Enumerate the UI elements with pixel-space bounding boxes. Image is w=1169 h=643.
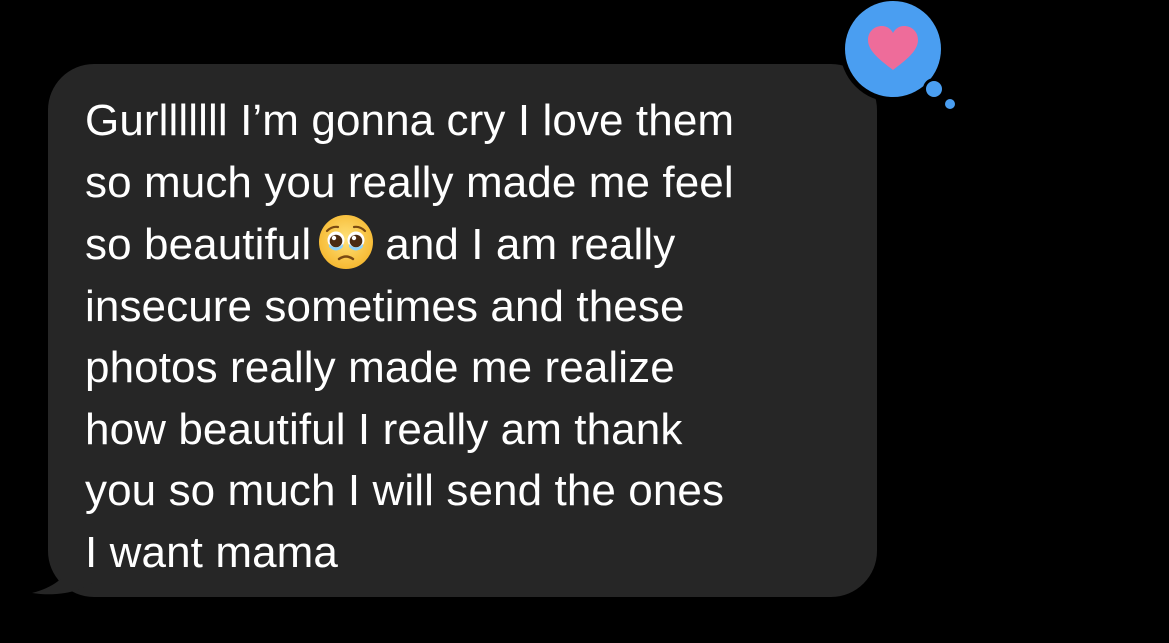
message-line: so beautiful and I am really <box>85 213 865 276</box>
message-line: you so much I will send the ones <box>85 466 725 515</box>
pleading-face-icon <box>319 215 374 269</box>
message-line-part: so beautiful <box>85 220 312 269</box>
message-text: Gurlllllll I’m gonna cry I love them so … <box>85 90 865 583</box>
message-line: I want mama <box>85 527 338 577</box>
message-line: insecure sometimes and these <box>85 281 685 331</box>
message-line: how beautiful I really am thank <box>85 404 683 454</box>
message-line: Gurlllllll I’m gonna cry I love them <box>85 96 735 145</box>
message-line: photos really made me realize <box>85 343 675 392</box>
message-bubble[interactable]: Gurlllllll I’m gonna cry I love them so … <box>0 0 1169 643</box>
message-line: so much you really made me feel <box>85 157 734 207</box>
message-line-part: and I am really <box>385 220 676 269</box>
